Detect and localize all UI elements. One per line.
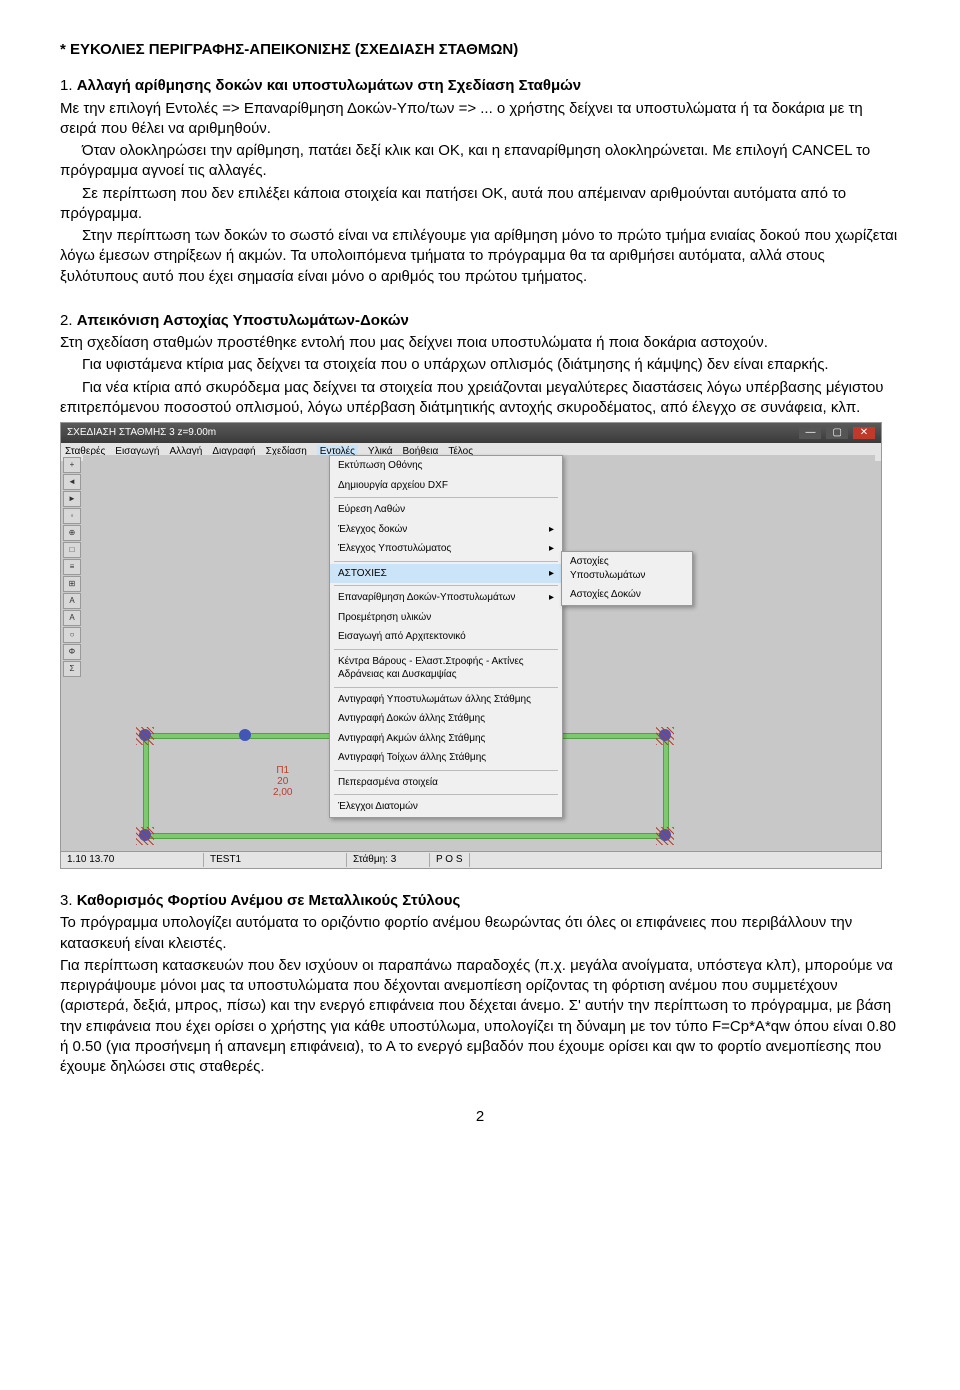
sec1-num: 1. <box>60 77 73 94</box>
column-node <box>239 729 251 741</box>
separator <box>334 649 558 650</box>
tool-button[interactable]: ► <box>63 491 81 507</box>
app-screenshot: ΣΧΕΔΙΑΣΗ ΣΤΑΘΜΗΣ 3 z=9.00m — ▢ ✕ Σταθερέ… <box>60 422 882 869</box>
window-titlebar: ΣΧΕΔΙΑΣΗ ΣΤΑΘΜΗΣ 3 z=9.00m — ▢ ✕ <box>61 423 881 443</box>
tool-button[interactable]: ○ <box>63 627 81 643</box>
menu-entry[interactable]: Πεπερασμένα στοιχεία <box>330 773 562 793</box>
sec3-p2: Για περίπτωση κατασκευών που δεν ισχύουν… <box>60 956 900 1078</box>
beam <box>663 733 669 839</box>
maximize-button[interactable]: ▢ <box>826 427 848 439</box>
menu-entry[interactable]: Αντιγραφή Ακμών άλλης Στάθμης <box>330 729 562 749</box>
minimize-button[interactable]: — <box>799 427 821 439</box>
status-coords: 1.10 13.70 <box>61 853 204 867</box>
tool-button[interactable]: Σ <box>63 661 81 677</box>
sec1-p1: Με την επιλογή Εντολές => Επαναρίθμηση Δ… <box>60 99 900 140</box>
tool-button[interactable]: ⊞ <box>63 576 81 592</box>
sec1-p3: Σε περίπτωση που δεν επιλέξει κάποια στο… <box>60 184 900 225</box>
tool-button[interactable]: ◄ <box>63 474 81 490</box>
sec2-p2: Για υφιστάμενα κτίρια μας δείχνει τα στο… <box>60 355 900 375</box>
tool-button[interactable]: ⊕ <box>63 525 81 541</box>
tool-button[interactable]: Φ <box>63 644 81 660</box>
window-title: ΣΧΕΔΙΑΣΗ ΣΤΑΘΜΗΣ 3 z=9.00m <box>67 426 216 440</box>
menu-entry[interactable]: Έλεγχος Υποστυλώματος▸ <box>330 539 562 559</box>
hatch-icon <box>656 827 674 845</box>
hatch-icon <box>136 727 154 745</box>
tool-button[interactable]: ≡ <box>63 559 81 575</box>
separator <box>334 794 558 795</box>
beam <box>143 833 665 839</box>
menu-entry[interactable]: Αντιγραφή Τοίχων άλλης Στάθμης <box>330 748 562 768</box>
submenu-entry[interactable]: Αστοχίες Υποστυλωμάτων <box>562 552 692 585</box>
sec2-p1: Στη σχεδίαση σταθμών προστέθηκε εντολή π… <box>60 333 900 353</box>
separator <box>334 770 558 771</box>
separator <box>334 561 558 562</box>
menu-entry[interactable]: Αντιγραφή Δοκών άλλης Στάθμης <box>330 709 562 729</box>
separator <box>334 687 558 688</box>
menu-entry-active[interactable]: ΑΣΤΟΧΙΕΣ▸ <box>330 564 562 584</box>
submenu-entry[interactable]: Αστοχίες Δοκών <box>562 585 692 605</box>
menu-entry[interactable]: Επαναρίθμηση Δοκών-Υποστυλωμάτων▸ <box>330 588 562 608</box>
menu-entry[interactable]: Αντιγραφή Υποστυλωμάτων άλλης Στάθμης <box>330 690 562 710</box>
hatch-icon <box>136 827 154 845</box>
sec2-title: Απεικόνιση Αστοχίας Υποστυλωμάτων-Δοκών <box>77 312 409 329</box>
sec3-num: 3. <box>60 892 73 909</box>
slab-label: Π1 20 2,00 <box>273 765 292 798</box>
window-buttons: — ▢ ✕ <box>797 426 875 440</box>
separator <box>334 585 558 586</box>
close-button[interactable]: ✕ <box>853 427 875 439</box>
dropdown-menu: Εκτύπωση Οθόνης Δημιουργία αρχείου DXF Ε… <box>329 455 563 818</box>
menu-entry[interactable]: Δημιουργία αρχείου DXF <box>330 476 562 496</box>
sec2-p3: Για νέα κτίρια από σκυρόδεμα μας δείχνει… <box>60 378 900 419</box>
menu-entry[interactable]: Έλεγχοι Διατομών <box>330 797 562 817</box>
toolbar: + ◄ ► ◦ ⊕ □ ≡ ⊞ A A ○ Φ Σ <box>63 457 81 677</box>
menu-entry[interactable]: Εύρεση Λαθών <box>330 500 562 520</box>
tool-button[interactable]: ◦ <box>63 508 81 524</box>
sec3-title: Καθορισμός Φορτίου Ανέμου σε Μεταλλικούς… <box>77 892 461 909</box>
sec3-p1: Το πρόγραμμα υπολογίζει αυτόματα το οριζ… <box>60 913 900 954</box>
sec1-title: Αλλαγή αρίθμησης δοκών και υποστυλωμάτων… <box>77 77 581 94</box>
status-mode: P O S <box>430 853 470 867</box>
page-title: * ΕΥΚΟΛΙΕΣ ΠΕΡΙΓΡΑΦΗΣ-ΑΠΕΙΚΟΝΙΣΗΣ (ΣΧΕΔΙ… <box>60 40 900 60</box>
tool-button[interactable]: A <box>63 593 81 609</box>
statusbar: 1.10 13.70 TEST1 Στάθμη: 3 P O S <box>61 851 881 868</box>
sec1-p4: Στην περίπτωση των δοκών το σωστό είναι … <box>60 226 900 287</box>
separator <box>334 497 558 498</box>
hatch-icon <box>656 727 674 745</box>
tool-button[interactable]: + <box>63 457 81 473</box>
sec2-num: 2. <box>60 312 73 329</box>
submenu: Αστοχίες Υποστυλωμάτων Αστοχίες Δοκών <box>561 551 693 606</box>
menu-entry[interactable]: Έλεγχος δοκών▸ <box>330 520 562 540</box>
page-number: 2 <box>60 1107 900 1127</box>
beam <box>143 733 149 839</box>
menu-entry[interactable]: Εκτύπωση Οθόνης <box>330 456 562 476</box>
status-file: TEST1 <box>204 853 347 867</box>
menu-entry[interactable]: Εισαγωγή από Αρχιτεκτονικό <box>330 627 562 647</box>
tool-button[interactable]: □ <box>63 542 81 558</box>
sec1-p2: Όταν ολοκληρώσει την αρίθμηση, πατάει δε… <box>60 141 900 182</box>
menu-entry[interactable]: Προεμέτρηση υλικών <box>330 608 562 628</box>
status-level: Στάθμη: 3 <box>347 853 430 867</box>
tool-button[interactable]: A <box>63 610 81 626</box>
menu-entry[interactable]: Κέντρα Βάρους - Ελαστ.Στροφής - Ακτίνες … <box>330 652 562 685</box>
